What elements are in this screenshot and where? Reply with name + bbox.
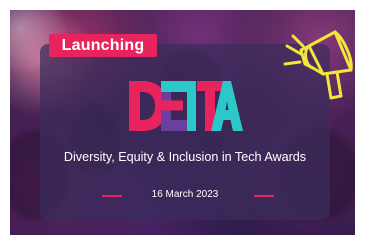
awards-subtitle: Diversity, Equity & Inclusion in Tech Aw…: [63, 150, 307, 164]
launching-badge: Launching: [49, 34, 157, 57]
event-date: 16 March 2023: [151, 189, 219, 200]
megaphone-icon: [283, 30, 353, 100]
deita-logo: [129, 81, 243, 131]
date-divider-right: [254, 195, 274, 197]
event-date-row: 16 March 2023: [40, 188, 330, 202]
